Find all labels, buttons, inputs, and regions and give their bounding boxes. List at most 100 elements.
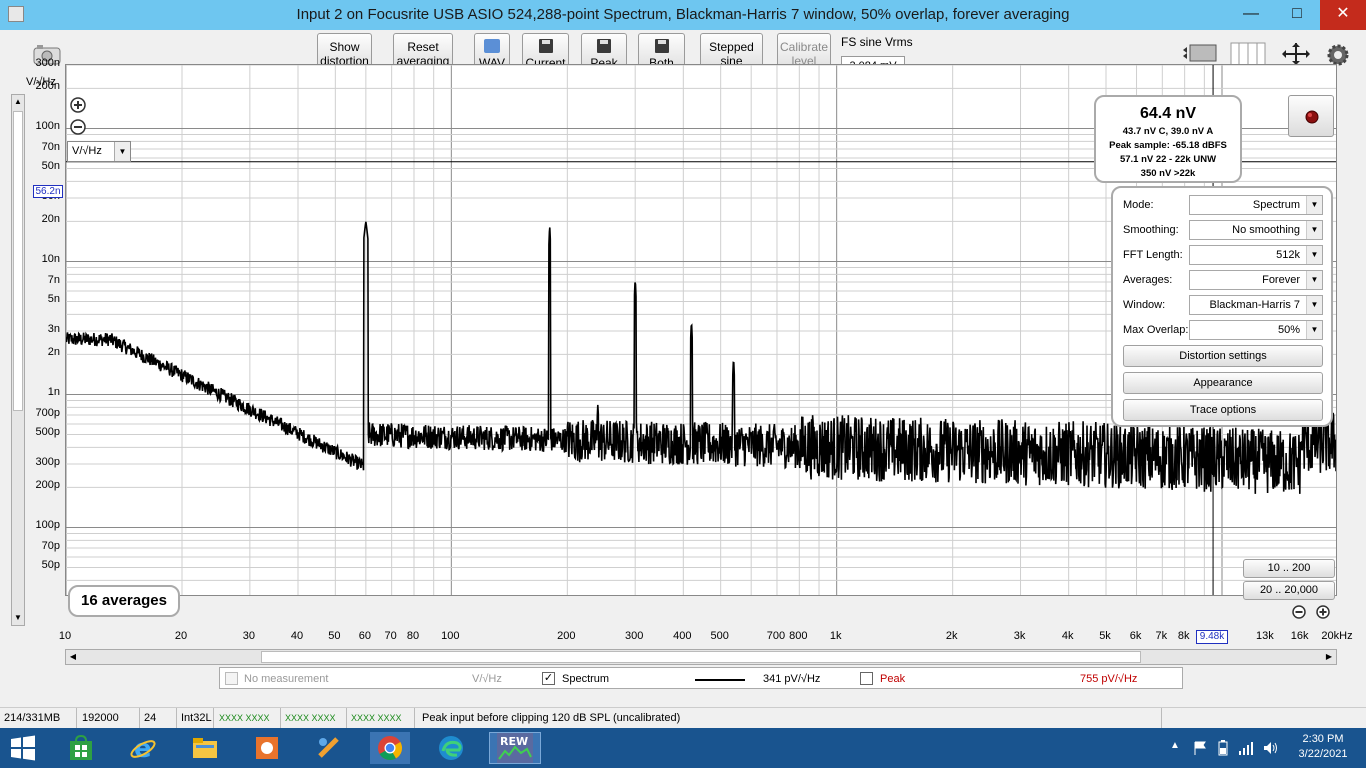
volume-icon[interactable] — [1262, 740, 1280, 756]
scroll-right-icon[interactable]: ▶ — [1322, 650, 1336, 664]
unit-select-value: V/√Hz — [72, 145, 102, 157]
columns-icon[interactable] — [1230, 42, 1266, 66]
horizontal-scroll-thumb[interactable] — [261, 651, 1141, 663]
range-10-200-button[interactable]: 10 .. 200 — [1243, 559, 1335, 578]
battery-icon[interactable] — [1217, 740, 1229, 756]
appearance-button[interactable]: Appearance — [1123, 372, 1323, 394]
chevron-down-icon: ▼ — [1306, 221, 1322, 239]
x-tick-label: 500 — [710, 630, 729, 642]
zoom-out-icon[interactable] — [70, 119, 86, 135]
rew-app-icon[interactable]: REW — [489, 732, 541, 764]
y-tick-label: 50n — [41, 160, 60, 173]
y-tick-label: 2n — [47, 346, 60, 359]
readout-unweighted: 57.1 nV 22 - 22k UNW — [1119, 154, 1217, 165]
y-tick-label: 7n — [47, 274, 60, 287]
flag-icon[interactable] — [1192, 740, 1208, 756]
window-select[interactable]: Blackman-Harris 7 ▼ — [1189, 295, 1323, 315]
x-cursor-marker: 9.48k — [1196, 630, 1228, 644]
max-overlap-label: Max Overlap: — [1123, 324, 1189, 336]
x-tick-label: 200 — [557, 630, 576, 642]
averages-count: 16 averages — [68, 585, 180, 617]
mode-label: Mode: — [1123, 199, 1154, 211]
scroll-left-icon[interactable]: ◀ — [66, 650, 80, 664]
chevron-down-icon: ▼ — [1306, 196, 1322, 214]
internet-explorer-icon[interactable]: e — [124, 732, 162, 764]
distortion-settings-button[interactable]: Distortion settings — [1123, 345, 1323, 367]
tray-time: 2:30 PM — [1302, 733, 1344, 745]
close-button[interactable]: ✕ — [1320, 0, 1366, 30]
peak-label: Peak — [880, 673, 906, 685]
no-measurement-checkbox[interactable] — [225, 672, 238, 685]
x-tick-label: 20kHz — [1321, 630, 1353, 642]
network-signal-icon[interactable] — [1238, 740, 1254, 756]
y-tick-label: 3n — [47, 323, 60, 335]
x-tick-label: 2k — [945, 630, 958, 642]
store-icon[interactable] — [62, 732, 100, 764]
max-overlap-select[interactable]: 50% ▼ — [1189, 320, 1323, 340]
readout-weighted: 43.7 nV C, 39.0 nV A — [1122, 126, 1214, 137]
save-icon — [597, 38, 611, 53]
edge-icon[interactable] — [432, 732, 470, 764]
max-overlap-value: 50% — [1277, 324, 1300, 336]
averages-select[interactable]: Forever ▼ — [1189, 270, 1323, 290]
chevron-down-icon: ▼ — [1306, 321, 1322, 339]
y-tick-label: 200p — [35, 479, 60, 492]
layout-icon[interactable] — [1180, 40, 1220, 66]
x-tick-label: 400 — [673, 630, 692, 642]
chevron-down-icon: ▼ — [1306, 246, 1322, 264]
x-tick-label: 1k — [829, 630, 842, 642]
x-tick-label: 16k — [1290, 630, 1309, 642]
y-tick-label: 500p — [35, 426, 60, 439]
save-icon — [538, 38, 553, 53]
show-hidden-icons-icon[interactable]: ▲ — [1170, 740, 1180, 751]
averages-label: Averages: — [1123, 274, 1173, 286]
fft-length-value: 512k — [1276, 249, 1300, 261]
file-explorer-icon[interactable] — [186, 732, 224, 764]
x-tick-label: 20 — [174, 630, 188, 642]
range-20-20000-button[interactable]: 20 .. 20,000 — [1243, 581, 1335, 600]
scroll-down-icon[interactable]: ▼ — [12, 611, 24, 625]
mode-select[interactable]: Spectrum ▼ — [1189, 195, 1323, 215]
settings-panel: Mode: Spectrum ▼ Smoothing: No smoothing ▼… — [1111, 186, 1333, 427]
fft-length-select[interactable]: 512k ▼ — [1189, 245, 1323, 265]
x-tick-label: 80 — [406, 630, 420, 642]
windows-start-icon[interactable] — [4, 732, 42, 764]
record-button[interactable] — [1288, 95, 1334, 137]
readout-main-value: 64.4 nV — [1139, 105, 1197, 122]
y-tick-label: 70p — [41, 540, 60, 553]
x-tick-label: 100 — [441, 630, 460, 642]
chrome-icon[interactable] — [370, 732, 410, 764]
readout-panel: 64.4 nV 43.7 nV C, 39.0 nV A Peak sample… — [1094, 95, 1242, 183]
zoom-in-icon[interactable] — [70, 97, 86, 113]
fs-sine-label: FS sine Vrms — [841, 35, 913, 49]
horizontal-scrollbar[interactable]: ◀ ▶ — [65, 649, 1337, 665]
status-message: Peak input before clipping 120 dB SPL (u… — [418, 708, 1162, 728]
y-tick-label: 5n — [47, 293, 60, 306]
input-meter-1: XXXX XXXX — [215, 708, 281, 728]
smoothing-select[interactable]: No smoothing ▼ — [1189, 220, 1323, 240]
mode-value: Spectrum — [1252, 199, 1300, 211]
y-cursor-marker: 56.2n — [33, 185, 63, 198]
peak-checkbox[interactable] — [860, 672, 873, 685]
photos-app-icon[interactable] — [248, 732, 286, 764]
readout-peak-sample: Peak sample: -65.18 dBFS — [1109, 140, 1227, 151]
move-icon[interactable] — [1280, 42, 1312, 66]
x-tick-label: 300 — [624, 630, 644, 642]
minimize-button[interactable]: — — [1228, 0, 1274, 30]
no-measurement-label: No measurement — [244, 673, 329, 685]
trace-options-button[interactable]: Trace options — [1123, 399, 1323, 421]
maximize-button[interactable]: □ — [1274, 0, 1320, 30]
tray-clock[interactable]: 2:30 PM 3/22/2021 — [1290, 733, 1356, 760]
unit-select[interactable]: V/√Hz ▼ — [67, 141, 131, 162]
tray-date: 3/22/2021 — [1298, 748, 1348, 760]
tools-app-icon[interactable] — [310, 732, 348, 764]
x-zoom-in-icon[interactable] — [1316, 605, 1330, 619]
y-tick-label: 100n — [35, 120, 60, 133]
spectrum-checkbox[interactable]: ✓ — [542, 672, 555, 685]
x-zoom-out-icon[interactable] — [1292, 605, 1306, 619]
scroll-up-icon[interactable]: ▲ — [12, 95, 24, 109]
title-bar: Input 2 on Focusrite USB ASIO 524,288-po… — [0, 0, 1366, 30]
x-tick-label: 4k — [1061, 630, 1074, 642]
x-tick-label: 10 — [58, 630, 72, 642]
chevron-down-icon: ▼ — [1306, 271, 1322, 289]
